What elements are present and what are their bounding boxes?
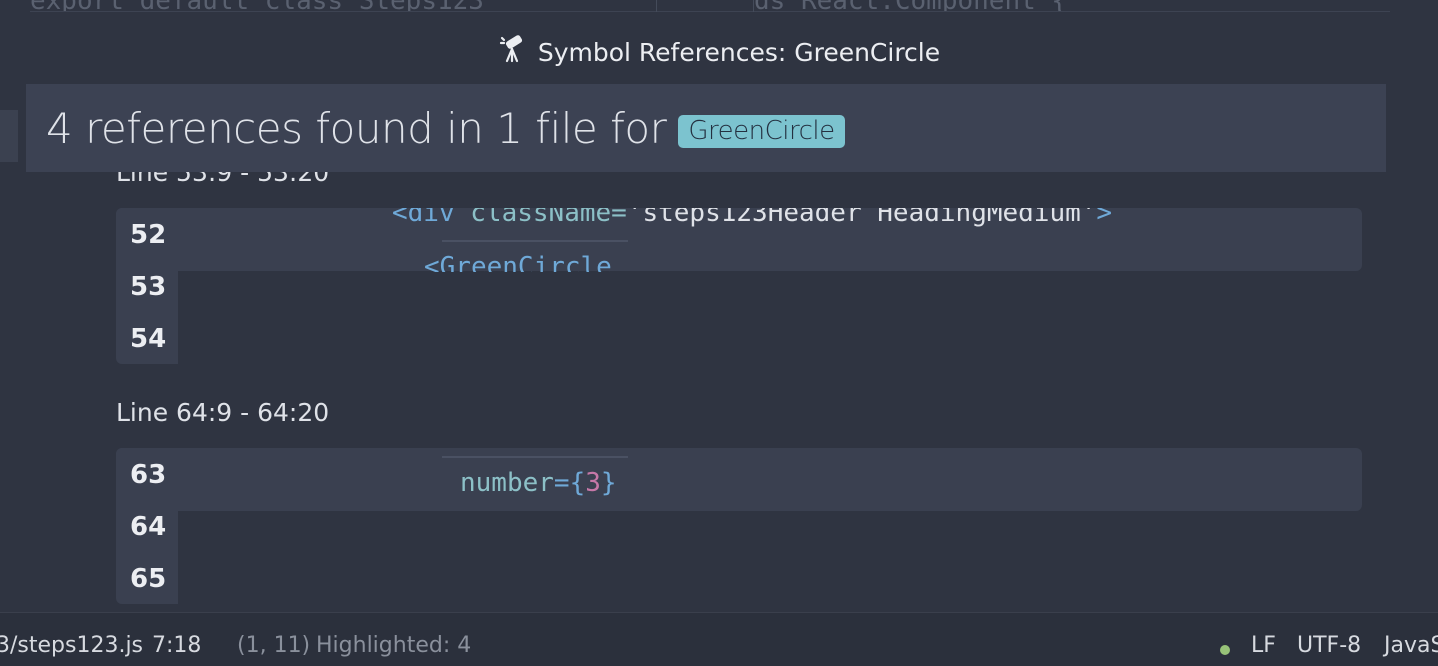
telescope-icon bbox=[498, 34, 528, 70]
left-gutter-sliver bbox=[0, 110, 18, 162]
background-code-left: export default class Steps123 bbox=[30, 0, 484, 11]
line-number: 63 bbox=[130, 460, 167, 490]
match-highlight-top bbox=[442, 240, 628, 242]
code-line-52: <div className='steps123Header HeadingMe… bbox=[392, 208, 1113, 228]
code-line-53: <GreenCircle bbox=[424, 252, 612, 272]
git-status-dot-icon[interactable] bbox=[1220, 645, 1230, 655]
background-gap bbox=[656, 0, 754, 12]
summary-text: 4 references found in 1 file for bbox=[46, 103, 667, 153]
status-selection-count[interactable]: (1, 11) bbox=[237, 633, 310, 658]
panel-title-text: Symbol References: GreenCircle bbox=[537, 37, 941, 67]
line-number: 54 bbox=[130, 324, 167, 354]
line-number: 52 bbox=[130, 220, 167, 250]
code-line-63: number={3} bbox=[460, 468, 617, 498]
code-snippet[interactable]: 63 64 65 number={3} bbox=[116, 448, 1362, 604]
line-number: 65 bbox=[130, 564, 167, 594]
line-number: 64 bbox=[130, 512, 167, 542]
status-bar: 3/steps123.js 7:18 (1, 11) Highlighted: … bbox=[0, 612, 1438, 666]
status-encoding[interactable]: UTF-8 bbox=[1297, 633, 1361, 658]
match-highlight-top bbox=[442, 456, 628, 458]
result-label[interactable]: Line 53:9 - 53:20 bbox=[116, 158, 329, 188]
status-file-path[interactable]: 3/steps123.js bbox=[0, 633, 143, 658]
status-line-ending[interactable]: LF bbox=[1251, 633, 1276, 658]
background-code-right: ds React.Component { bbox=[754, 0, 1067, 11]
result-label[interactable]: Line 64:9 - 64:20 bbox=[116, 398, 329, 427]
line-number: 53 bbox=[130, 272, 167, 302]
panel-title: Symbol References: GreenCircle bbox=[0, 30, 1438, 74]
app-window: export default class Steps123 ds React.C… bbox=[0, 0, 1438, 666]
symbol-badge: GreenCircle bbox=[678, 114, 845, 148]
status-cursor-position[interactable]: 7:18 bbox=[152, 633, 201, 658]
snippet-first-row bbox=[116, 448, 1362, 511]
status-highlighted[interactable]: Highlighted: 4 bbox=[316, 633, 471, 658]
status-grammar[interactable]: JavaScript bbox=[1384, 633, 1438, 658]
code-snippet[interactable]: 52 53 54 <div className='steps123Header … bbox=[116, 208, 1362, 364]
